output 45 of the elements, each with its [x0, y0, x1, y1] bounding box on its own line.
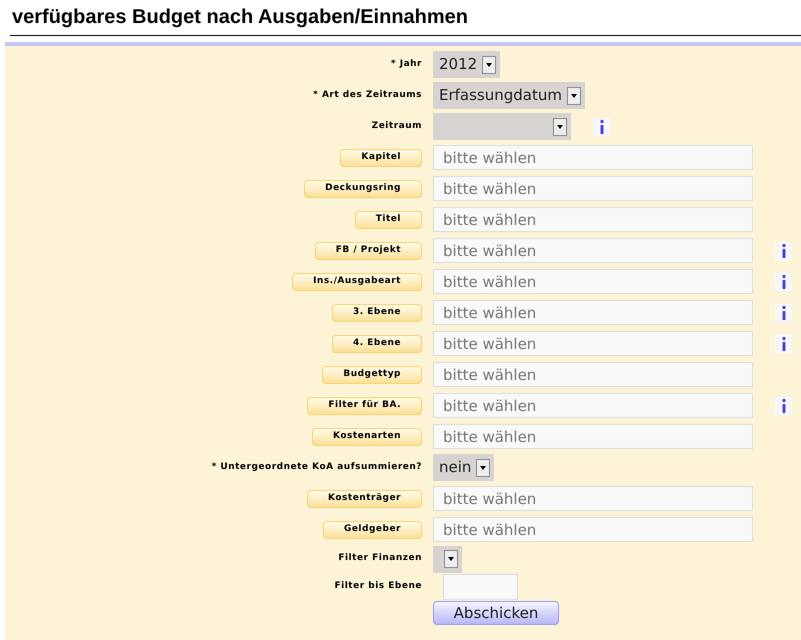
field-label: * Art des Zeitraums: [313, 88, 422, 102]
input-field[interactable]: bitte wählen: [433, 331, 753, 356]
dropdown[interactable]: 2012: [433, 51, 500, 78]
field-label-button[interactable]: Titel: [354, 210, 422, 228]
info-icon[interactable]: [775, 334, 792, 352]
submit-button[interactable]: Abschicken: [433, 601, 559, 625]
input-field[interactable]: bitte wählen: [433, 486, 753, 511]
dropdown-value: nein: [439, 457, 472, 478]
input-field[interactable]: bitte wählen: [433, 300, 753, 325]
input-field[interactable]: [443, 574, 518, 600]
info-icon[interactable]: [775, 242, 792, 260]
dropdown-value: Erfassungdatum: [439, 85, 562, 106]
input-field[interactable]: bitte wählen: [433, 362, 753, 387]
field-label: * Untergeordnete KoA aufsummieren?: [212, 460, 422, 474]
input-field[interactable]: bitte wählen: [433, 424, 753, 449]
field-label-button[interactable]: Deckungsring: [304, 180, 422, 198]
info-icon[interactable]: [593, 118, 610, 136]
input-field[interactable]: bitte wählen: [433, 269, 753, 294]
field-label-button[interactable]: Kostenarten: [312, 428, 422, 446]
dropdown-value: 2012: [439, 54, 478, 76]
field-label-button[interactable]: Budgettyp: [322, 366, 422, 384]
field-label-button[interactable]: Filter für BA.: [307, 396, 422, 414]
field-label-button[interactable]: FB / Projekt: [314, 242, 422, 260]
field-label: Zeitraum: [372, 120, 422, 133]
field-label-button[interactable]: Ins./Ausgabeart: [292, 272, 422, 290]
input-field[interactable]: bitte wählen: [433, 145, 753, 170]
info-icon[interactable]: [775, 396, 792, 414]
field-label: Filter bis Ebene: [334, 580, 422, 594]
input-field[interactable]: bitte wählen: [433, 517, 753, 542]
field-label: * Jahr: [390, 58, 422, 71]
field-label: Filter Finanzen: [338, 552, 422, 566]
input-field[interactable]: bitte wählen: [433, 176, 753, 201]
input-field[interactable]: bitte wählen: [433, 207, 753, 232]
input-field[interactable]: bitte wählen: [433, 238, 753, 263]
field-label-button[interactable]: Kostenträger: [307, 490, 422, 508]
info-icon[interactable]: [775, 272, 792, 290]
dropdown[interactable]: nein: [433, 454, 494, 481]
input-field[interactable]: bitte wählen: [433, 393, 753, 418]
field-label-button[interactable]: Kapitel: [340, 148, 422, 166]
field-label-button[interactable]: 3. Ebene: [332, 304, 422, 322]
info-icon[interactable]: [775, 304, 792, 322]
dropdown[interactable]: Erfassungdatum: [433, 82, 585, 109]
field-label-button[interactable]: Geldgeber: [322, 520, 422, 538]
page-title: verfügbares Budget nach Ausgaben/Einnahmen: [12, 5, 470, 30]
field-label-button[interactable]: 4. Ebene: [332, 334, 422, 352]
